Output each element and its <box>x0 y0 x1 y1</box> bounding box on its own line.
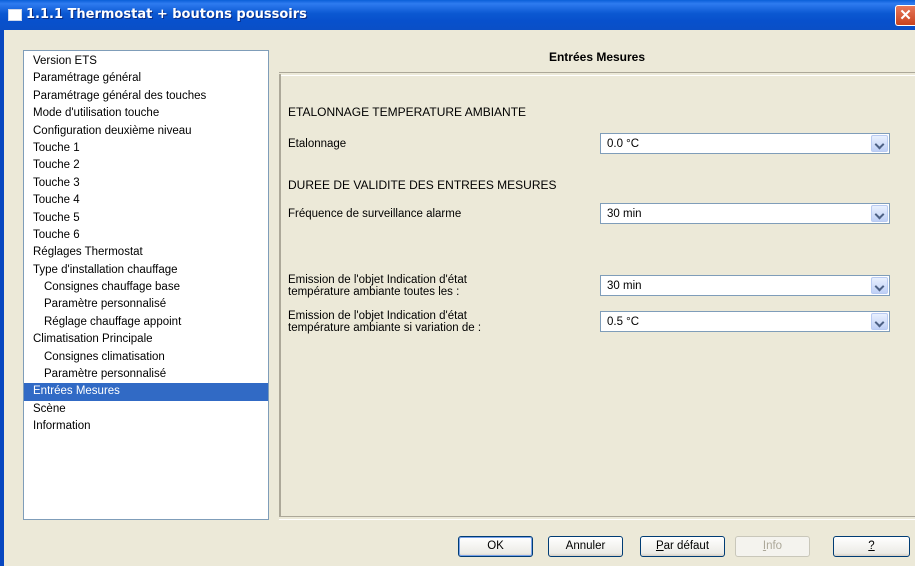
help-button[interactable]: ? <box>833 536 910 557</box>
annuler-button[interactable]: Annuler <box>548 536 623 557</box>
button-bar-separator <box>279 516 915 520</box>
etalonnage-dropdown[interactable]: 0.0 °C <box>600 133 890 154</box>
dropdown-value: 30 min <box>607 208 642 220</box>
tree-item-mode-utilisation[interactable]: Mode d'utilisation touche <box>24 105 268 122</box>
emission-variation-dropdown[interactable]: 0.5 °C <box>600 311 890 332</box>
param-label-etalonnage: Etalonnage <box>288 138 347 150</box>
param-label-frequence-alarme: Fréquence de surveillance alarme <box>288 208 462 220</box>
section-header-duree-validite: DUREE DE VALIDITE DES ENTREES MESURES <box>288 178 557 192</box>
chevron-down-icon[interactable] <box>871 277 888 294</box>
dropdown-value: 30 min <box>607 280 642 292</box>
tree-item-climatisation-principale[interactable]: Climatisation Principale <box>24 331 268 348</box>
window-icon <box>8 9 22 21</box>
chevron-down-icon[interactable] <box>871 313 888 330</box>
info-button[interactable]: Info <box>735 536 810 557</box>
tree-item-parametrage-general[interactable]: Paramétrage général <box>24 70 268 87</box>
tree-item-deuxieme-niveau[interactable]: Configuration deuxième niveau <box>24 123 268 140</box>
dropdown-value: 0.0 °C <box>607 138 640 150</box>
param-label-emission-toutes-les: Emission de l'objet Indication d'état te… <box>288 274 467 298</box>
tree-item-parametre-personnalise-chauffage[interactable]: Paramètre personnalisé <box>24 296 268 313</box>
tree-item-scene[interactable]: Scène <box>24 401 268 418</box>
tree-item-touche-6[interactable]: Touche 6 <box>24 227 268 244</box>
ok-button[interactable]: OK <box>458 536 533 557</box>
section-header-etalonnage: ETALONNAGE TEMPERATURE AMBIANTE <box>288 105 527 119</box>
title-bar[interactable]: 1.1.1 Thermostat + boutons poussoirs ✕ <box>0 0 915 30</box>
tree-item-entrees-mesures[interactable]: Entrées Mesures <box>24 383 268 401</box>
close-button[interactable]: ✕ <box>895 5 915 26</box>
tree-item-version-ets[interactable]: Version ETS <box>24 53 268 70</box>
tree-item-information[interactable]: Information <box>24 418 268 435</box>
window-title: 1.1.1 Thermostat + boutons poussoirs <box>26 7 307 22</box>
tree-item-consignes-chauffage[interactable]: Consignes chauffage base <box>24 279 268 296</box>
tree-item-parametrage-touches[interactable]: Paramétrage général des touches <box>24 88 268 105</box>
tree-item-touche-5[interactable]: Touche 5 <box>24 210 268 227</box>
tree-item-touche-2[interactable]: Touche 2 <box>24 157 268 174</box>
dropdown-value: 0.5 °C <box>607 316 640 328</box>
tree-item-consignes-climatisation[interactable]: Consignes climatisation <box>24 349 268 366</box>
param-label-emission-variation: Emission de l'objet Indication d'état te… <box>288 310 482 334</box>
tree-item-installation-chauffage[interactable]: Type d'installation chauffage <box>24 262 268 279</box>
panel-title: Entrées Mesures <box>548 50 646 64</box>
par-defaut-button[interactable]: Par défaut <box>640 536 725 557</box>
parameter-tree[interactable]: Version ETS Paramétrage général Paramétr… <box>23 50 269 520</box>
window-frame <box>0 30 4 566</box>
tree-item-reglages-thermostat[interactable]: Réglages Thermostat <box>24 244 268 261</box>
chevron-down-icon[interactable] <box>871 205 888 222</box>
tree-item-touche-4[interactable]: Touche 4 <box>24 192 268 209</box>
tree-item-chauffage-appoint[interactable]: Réglage chauffage appoint <box>24 314 268 331</box>
frequence-alarme-dropdown[interactable]: 30 min <box>600 203 890 224</box>
tree-item-touche-3[interactable]: Touche 3 <box>24 175 268 192</box>
tree-item-parametre-personnalise-clim[interactable]: Paramètre personnalisé <box>24 366 268 383</box>
tree-item-touche-1[interactable]: Touche 1 <box>24 140 268 157</box>
chevron-down-icon[interactable] <box>871 135 888 152</box>
emission-periodique-dropdown[interactable]: 30 min <box>600 275 890 296</box>
